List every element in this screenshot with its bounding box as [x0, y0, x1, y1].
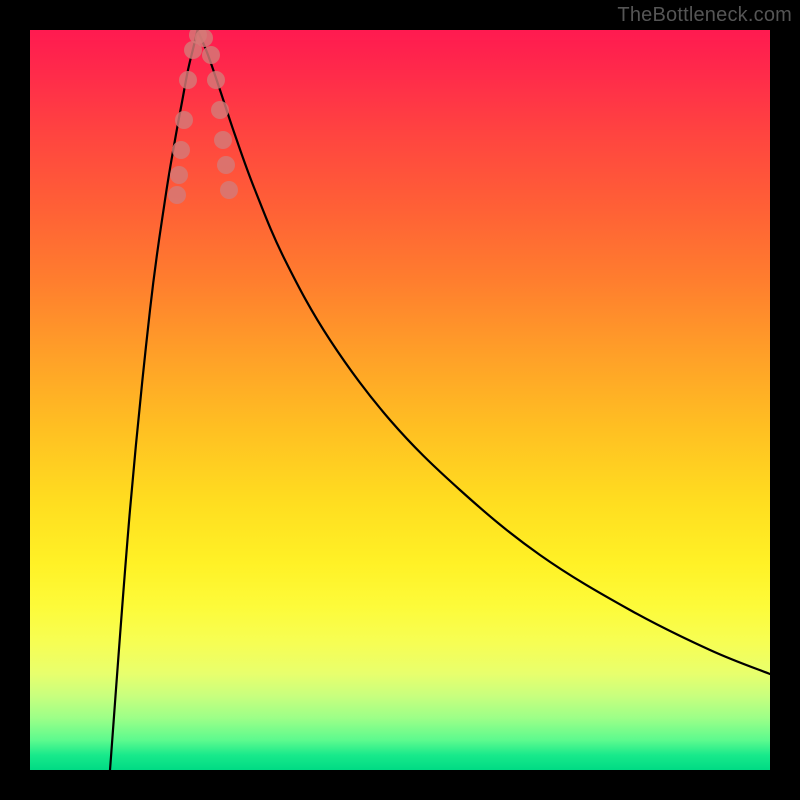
right-branch-curve — [198, 30, 771, 674]
overlap-dot — [207, 71, 225, 89]
overlap-dot — [172, 141, 190, 159]
overlap-dot — [211, 101, 229, 119]
overlap-dot — [168, 186, 186, 204]
overlap-dot — [170, 166, 188, 184]
curve-group — [110, 30, 770, 770]
left-branch-curve — [110, 30, 198, 770]
overlap-dot — [214, 131, 232, 149]
plot-area — [30, 30, 770, 770]
chart-frame: TheBottleneck.com — [0, 0, 800, 800]
overlap-dot — [179, 71, 197, 89]
overlap-markers — [168, 30, 238, 204]
overlap-dot — [202, 46, 220, 64]
curve-layer — [30, 30, 770, 770]
watermark-text: TheBottleneck.com — [617, 4, 792, 27]
overlap-dot — [217, 156, 235, 174]
overlap-dot — [175, 111, 193, 129]
overlap-dot — [220, 181, 238, 199]
